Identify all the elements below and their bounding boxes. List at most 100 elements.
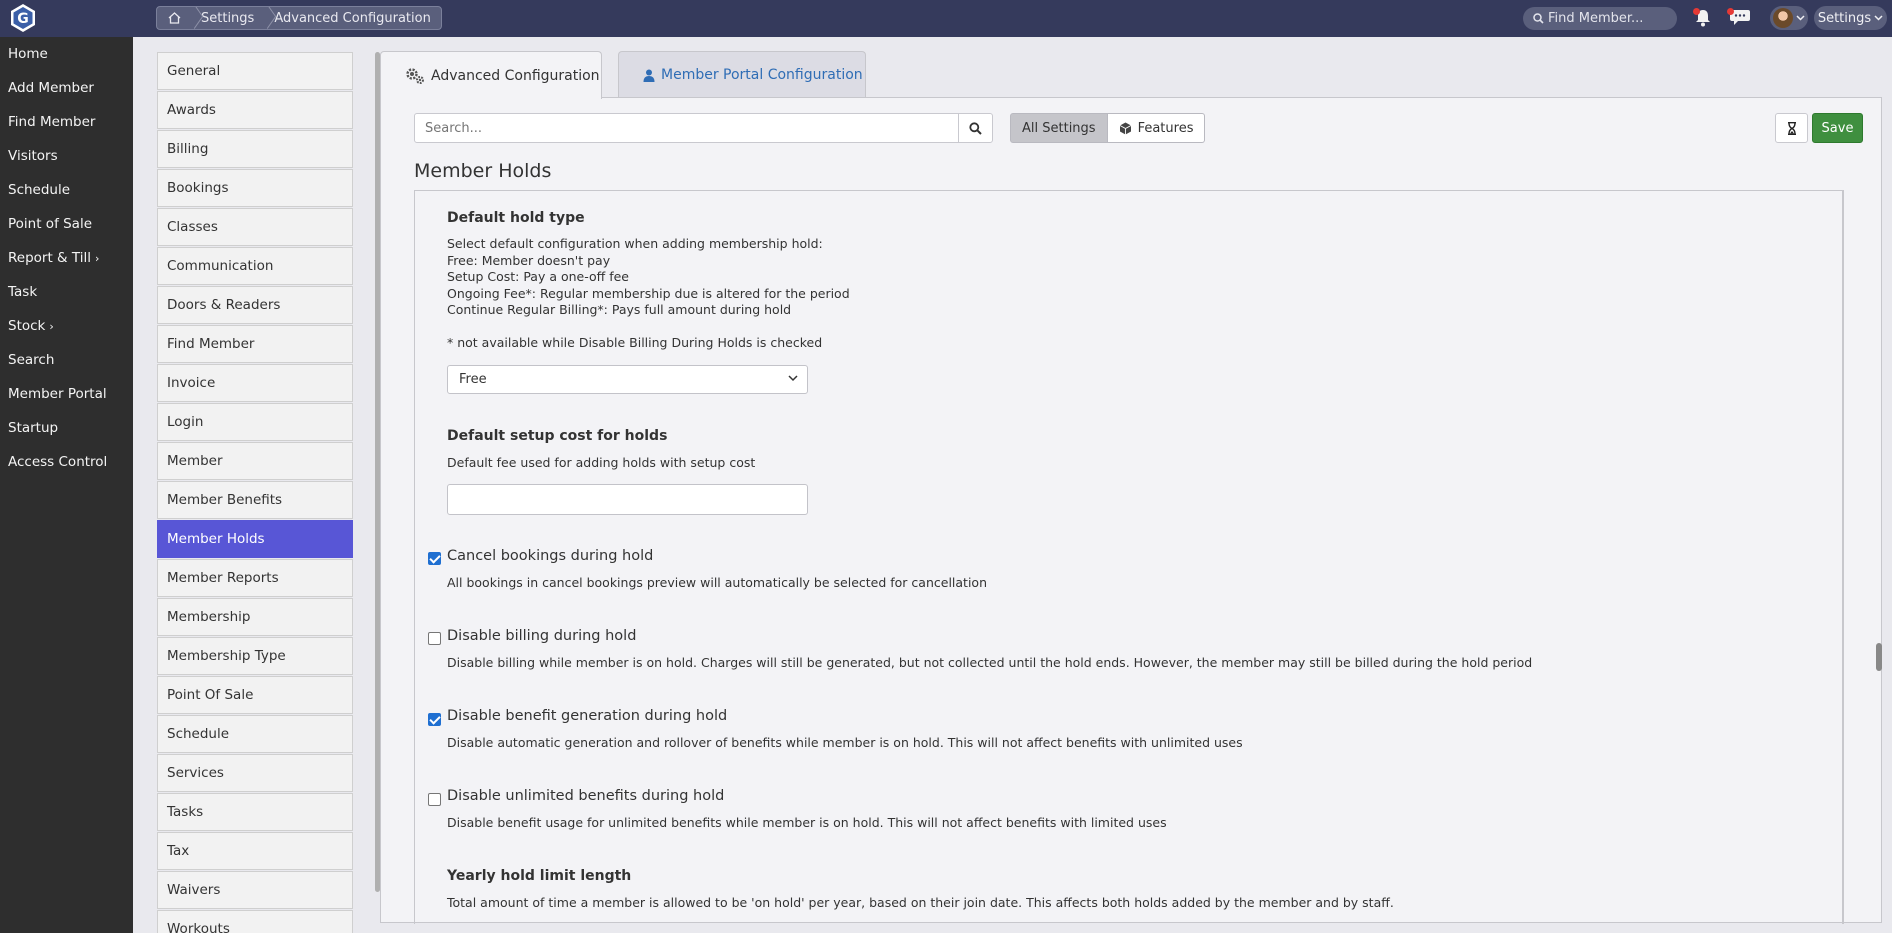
nav-item-label: Task (8, 284, 38, 300)
default-hold-type-select[interactable]: Free (447, 365, 808, 394)
nav-item-label: Report & Till (8, 250, 91, 266)
category-billing[interactable]: Billing (157, 130, 353, 168)
category-waivers[interactable]: Waivers (157, 871, 353, 909)
disable-billing-checkbox[interactable] (428, 632, 441, 645)
all-settings-button[interactable]: All Settings (1010, 113, 1108, 143)
search-icon (1533, 13, 1544, 24)
history-button[interactable] (1775, 113, 1808, 143)
nav-item-access-control[interactable]: Access Control (0, 445, 133, 479)
nav-item-label: Find Member (8, 114, 96, 130)
breadcrumb-advanced-configuration: Advanced Configuration (264, 7, 441, 29)
default-hold-type-label: Default hold type (447, 210, 585, 226)
disable-unlimited-benefits-checkbox[interactable] (428, 793, 441, 806)
nav-item-report-till[interactable]: Report & Till › (0, 241, 133, 275)
category-login[interactable]: Login (157, 403, 353, 441)
category-member[interactable]: Member (157, 442, 353, 480)
chevron-right-icon: › (94, 251, 100, 265)
home-icon (168, 12, 180, 24)
nav-item-startup[interactable]: Startup (0, 411, 133, 445)
yearly-hold-limit-desc: Total amount of time a member is allowed… (447, 895, 1394, 910)
cancel-bookings-checkbox[interactable] (428, 552, 441, 565)
default-hold-line-3: Setup Cost: Pay a one-off fee (447, 269, 629, 284)
category-find-member[interactable]: Find Member (157, 325, 353, 363)
disable-unlimited-benefits-label: Disable unlimited benefits during hold (447, 788, 725, 804)
app-logo-icon[interactable]: G (8, 3, 38, 33)
nav-item-stock[interactable]: Stock › (0, 309, 133, 343)
nav-item-add-member[interactable]: Add Member (0, 71, 133, 105)
nav-item-visitors[interactable]: Visitors (0, 139, 133, 173)
default-hold-line-2: Free: Member doesn't pay (447, 252, 611, 268)
category-workouts[interactable]: Workouts (157, 910, 353, 933)
nav-item-point-of-sale[interactable]: Point of Sale (0, 207, 133, 241)
gears-icon (406, 67, 424, 84)
main-navigation: Home Add Member Find Member Visitors Schedul… (0, 37, 133, 933)
default-hold-line-5: Continue Regular Billing*: Pays full amo… (447, 302, 792, 317)
category-tasks[interactable]: Tasks (157, 793, 353, 831)
category-bookings[interactable]: Bookings (157, 169, 353, 207)
setup-cost-input[interactable] (447, 484, 808, 515)
avatar (1773, 8, 1793, 28)
category-awards[interactable]: Awards (157, 91, 353, 129)
category-invoice[interactable]: Invoice (157, 364, 353, 402)
tab-advanced-configuration[interactable]: Advanced Configuration (380, 51, 602, 99)
disable-billing-label: Disable billing during hold (447, 628, 637, 644)
category-schedule[interactable]: Schedule (157, 715, 353, 753)
category-communication[interactable]: Communication (157, 247, 353, 285)
category-classes[interactable]: Classes (157, 208, 353, 246)
category-member-holds[interactable]: Member Holds (157, 520, 353, 558)
nav-item-member-portal[interactable]: Member Portal (0, 377, 133, 411)
default-hold-line-1: Select default configuration when adding… (447, 236, 823, 251)
nav-item-label: Access Control (8, 454, 108, 470)
chevron-down-icon (788, 375, 798, 382)
features-button[interactable]: Features (1107, 113, 1206, 143)
top-bar: G Settings Advanced Configuration Find M… (0, 0, 1892, 37)
category-general[interactable]: General (157, 52, 353, 90)
setup-cost-desc: Default fee used for adding holds with s… (447, 455, 756, 470)
settings-menu-label: Settings (1817, 10, 1872, 26)
message-dot (1727, 8, 1734, 15)
settings-menu-button[interactable]: Settings (1814, 6, 1887, 30)
disable-benefit-generation-checkbox[interactable] (428, 713, 441, 726)
category-doors-readers[interactable]: Doors & Readers (157, 286, 353, 324)
user-avatar-menu[interactable] (1770, 6, 1808, 30)
nav-item-home[interactable]: Home (0, 37, 133, 71)
nav-item-schedule[interactable]: Schedule (0, 173, 133, 207)
nav-item-search[interactable]: Search (0, 343, 133, 377)
messages-button[interactable] (1727, 8, 1751, 30)
category-tax[interactable]: Tax (157, 832, 353, 870)
features-label: Features (1137, 120, 1194, 136)
nav-item-label: Member Portal (8, 386, 107, 402)
notifications-button[interactable] (1693, 8, 1712, 31)
category-membership-type[interactable]: Membership Type (157, 637, 353, 675)
find-member-search[interactable]: Find Member... (1523, 7, 1677, 30)
disable-benefit-generation-label: Disable benefit generation during hold (447, 708, 728, 724)
category-point-of-sale[interactable]: Point Of Sale (157, 676, 353, 714)
default-hold-line-4: Ongoing Fee*: Regular membership due is … (447, 285, 850, 301)
nav-item-find-member[interactable]: Find Member (0, 105, 133, 139)
disable-unlimited-benefits-desc: Disable benefit usage for unlimited bene… (447, 815, 1167, 830)
nav-item-label: Startup (8, 420, 59, 436)
breadcrumb-settings[interactable]: Settings (191, 7, 264, 29)
search-icon (969, 121, 982, 135)
svg-text:G: G (17, 11, 29, 27)
settings-search-input[interactable] (414, 113, 959, 143)
cancel-bookings-label: Cancel bookings during hold (447, 548, 654, 564)
category-member-reports[interactable]: Member Reports (157, 559, 353, 597)
disable-billing-desc: Disable billing while member is on hold.… (447, 655, 1533, 670)
category-member-benefits[interactable]: Member Benefits (157, 481, 353, 519)
nav-item-task[interactable]: Task (0, 275, 133, 309)
category-membership[interactable]: Membership (157, 598, 353, 636)
tab-member-portal-configuration[interactable]: Member Portal Configuration (618, 51, 866, 98)
settings-filter-toggle: All Settings Features (1010, 113, 1206, 143)
default-hold-note: * not available while Disable Billing Du… (447, 335, 823, 350)
nav-item-label: Visitors (8, 148, 58, 164)
page-scrollbar[interactable] (1876, 643, 1882, 671)
default-hold-type-value: Free (459, 372, 487, 387)
nav-item-label: Stock (8, 318, 46, 334)
nav-item-label: Search (8, 352, 55, 368)
yearly-hold-limit-label: Yearly hold limit length (447, 868, 632, 884)
category-services[interactable]: Services (157, 754, 353, 792)
save-button[interactable]: Save (1812, 113, 1863, 143)
settings-search-button[interactable] (958, 113, 993, 143)
nav-item-label: Schedule (8, 182, 71, 198)
